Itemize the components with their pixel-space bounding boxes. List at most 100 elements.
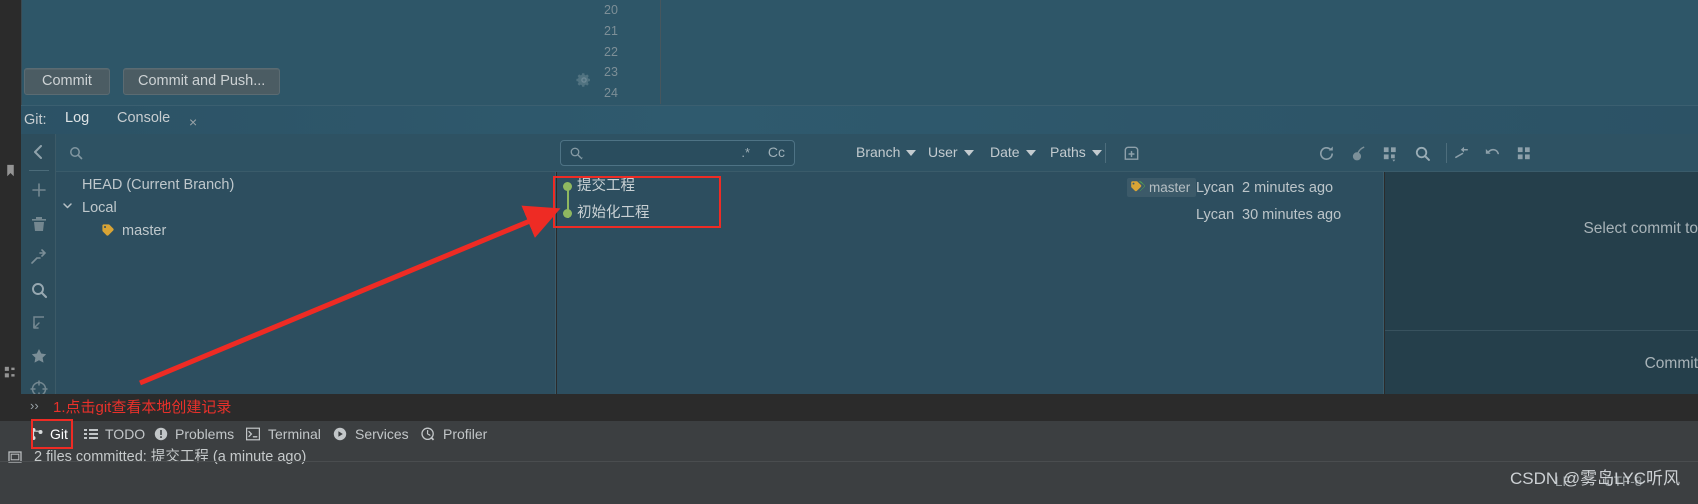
commit-subject: 初始化工程 — [577, 205, 650, 221]
bottom-tab-services-label: Services — [355, 426, 409, 442]
profiler-icon — [421, 427, 435, 441]
todo-list-icon — [84, 429, 98, 439]
branch-tree-panel: HEAD (Current Branch) Local master — [56, 172, 556, 410]
line-number: 24 — [604, 86, 618, 101]
tree-item-head-label: HEAD (Current Branch) — [82, 177, 235, 193]
terminal-icon — [246, 427, 260, 441]
line-number: 21 — [604, 23, 618, 38]
refresh-icon[interactable] — [1317, 144, 1336, 163]
collapse-all-icon[interactable] — [29, 247, 49, 267]
commit-author: Lycan — [1196, 207, 1235, 223]
commit-subject: 提交工程 — [577, 178, 635, 194]
branch-tag-icon — [102, 224, 114, 236]
commit-graph-node — [563, 209, 572, 218]
tab-log-label: Log — [65, 110, 90, 126]
commit-hint: Commit — [1644, 355, 1698, 372]
tab-console-label: Console — [117, 110, 171, 126]
cherry-pick-icon[interactable] — [1349, 144, 1368, 163]
bottom-tab-profiler-label: Profiler — [443, 426, 488, 442]
show-graph-icon[interactable] — [1381, 144, 1400, 163]
user-filter-dropdown[interactable]: User — [928, 144, 974, 160]
paths-filter-dropdown[interactable]: Paths — [1050, 144, 1102, 160]
layout-icon[interactable] — [1515, 144, 1534, 163]
branch-filter-dropdown[interactable]: Branch — [856, 144, 917, 160]
tab-log[interactable]: Log — [59, 110, 96, 138]
collapse-left-icon[interactable] — [29, 142, 49, 162]
search-icon[interactable] — [1413, 144, 1432, 163]
status-badge[interactable]: master — [1127, 178, 1197, 197]
ide-status-icon[interactable] — [8, 450, 23, 465]
git-log-toolbar: .* Cc Branch User Date Paths — [56, 134, 1698, 172]
tree-item-local[interactable]: Local — [82, 197, 117, 220]
git-branch-icon — [31, 428, 43, 440]
annotation-chevrons: ›› — [30, 398, 39, 413]
git-toolwindow-header: Git: Log Console × — [21, 105, 1698, 138]
search-dropdown-icon[interactable] — [569, 146, 584, 161]
tree-item-head[interactable]: HEAD (Current Branch) — [82, 174, 234, 197]
regex-toggle[interactable]: .* — [741, 145, 750, 160]
tree-item-master-label: master — [122, 223, 167, 239]
line-number: 20 — [604, 3, 618, 17]
bottom-tab-git[interactable]: Git — [31, 421, 68, 447]
close-icon[interactable]: × — [189, 114, 197, 130]
favorites-star-icon[interactable] — [29, 346, 49, 366]
commit-graph-node — [563, 182, 572, 191]
delete-icon[interactable] — [29, 214, 49, 234]
line-number: 23 — [604, 65, 618, 80]
commit-button[interactable]: Commit — [24, 68, 110, 95]
services-play-icon — [333, 427, 347, 441]
chevron-down-icon — [906, 150, 917, 157]
watermark: CSDN @雾岛LYC听风 — [1510, 469, 1680, 488]
gear-icon[interactable] — [576, 72, 592, 88]
branch-filter-label: Branch — [856, 144, 901, 160]
commit-author: Lycan — [1196, 180, 1235, 196]
bottom-tab-problems[interactable]: Problems — [154, 421, 235, 447]
screen-root: Commit Commit and Push... 20 21 22 23 24… — [0, 0, 1698, 504]
search-icon[interactable] — [29, 280, 49, 300]
paths-filter-label: Paths — [1050, 144, 1086, 160]
commit-dialog-area: Commit Commit and Push... 20 21 22 23 24 — [0, 0, 1698, 108]
commit-date: 2 minutes ago — [1242, 180, 1334, 196]
commit-dialog-buttons: Commit Commit and Push... — [24, 68, 281, 95]
add-icon[interactable] — [29, 180, 49, 200]
chevron-down-icon — [1025, 150, 1036, 157]
rail-divider — [29, 170, 49, 171]
log-filter-input[interactable]: .* Cc — [560, 140, 795, 166]
tree-item-master[interactable]: master — [122, 220, 166, 243]
bottom-tab-todo[interactable]: TODO — [84, 421, 145, 447]
bottom-tab-git-label: Git — [50, 426, 68, 442]
bottom-tab-problems-label: Problems — [175, 426, 235, 442]
revert-icon[interactable] — [1483, 144, 1502, 163]
date-filter-dropdown[interactable]: Date — [990, 144, 1036, 160]
chevron-down-icon — [1091, 150, 1102, 157]
search-icon[interactable] — [68, 145, 84, 161]
date-filter-label: Date — [990, 144, 1020, 160]
bookmark-icon[interactable] — [4, 164, 17, 177]
editor-line-numbers: 20 21 22 23 24 — [604, 0, 644, 104]
select-commit-hint: Select commit to — [1583, 220, 1698, 237]
chevron-down-icon[interactable] — [62, 200, 73, 211]
match-case-toggle[interactable]: Cc — [768, 144, 785, 160]
tree-item-local-label: Local — [82, 200, 117, 216]
annotation-text: 1.点击git查看本地创建记录 — [53, 399, 232, 416]
commit-details-panel: Select commit to Commit — [1385, 172, 1698, 410]
status-message: 2 files committed: 提交工程 (a minute ago) — [34, 449, 307, 465]
bottom-tab-terminal[interactable]: Terminal — [246, 421, 321, 447]
left-gutter-strip — [0, 0, 21, 108]
status-bar: 2 files committed: 提交工程 (a minute ago) L… — [0, 446, 1698, 504]
jump-to-source-icon[interactable] — [29, 313, 49, 333]
problems-icon — [154, 427, 168, 441]
tab-console[interactable]: Console — [117, 110, 170, 135]
bottom-tab-profiler[interactable]: Profiler — [421, 421, 488, 447]
toolbar-divider — [1105, 143, 1106, 163]
commit-and-push-button[interactable]: Commit and Push... — [123, 68, 281, 95]
annotation-strip: ›› 1.点击git查看本地创建记录 — [21, 394, 1698, 420]
new-tab-icon[interactable] — [1122, 144, 1141, 163]
commit-date: 30 minutes ago — [1242, 207, 1342, 223]
go-to-hash-icon[interactable] — [1453, 144, 1472, 163]
structure-icon[interactable] — [4, 366, 17, 379]
sidebar-item-structure[interactable]: Structure — [0, 286, 5, 333]
sidebar-item-bookmarks[interactable]: Bookmarks — [0, 180, 5, 238]
git-log-left-rail — [21, 134, 56, 410]
bottom-tab-services[interactable]: Services — [333, 421, 409, 447]
